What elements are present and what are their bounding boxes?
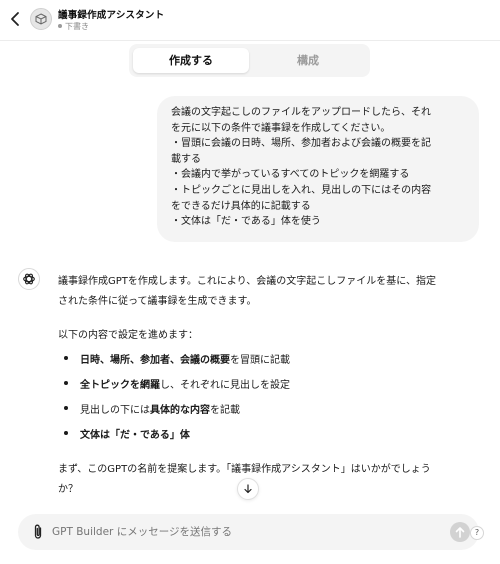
bullet-bold: 具体的な内容 (150, 405, 210, 416)
send-button[interactable] (450, 522, 470, 542)
bullet-dot-icon (64, 431, 68, 435)
user-message-line: を元に以下の条件で議事録を作成してください。 (171, 122, 391, 134)
bullet-text: し、それぞれに見出しを設定 (160, 380, 290, 391)
assistant-text-line: された条件に従って議事録を生成できます。 (58, 296, 257, 307)
header: 議事録作成アシスタント 下書き (0, 0, 500, 41)
cube-icon (35, 13, 47, 25)
tab-configure[interactable]: 構成 (250, 48, 366, 73)
message-composer (18, 514, 479, 550)
gpt-avatar (30, 8, 52, 30)
bullet-bold: 全トピックを網羅 (80, 380, 160, 391)
assistant-text-line: 議事録作成GPTを作成します。これにより、会議の文字起こしファイルを基に、指定 (58, 276, 436, 287)
paperclip-icon[interactable] (30, 523, 46, 541)
tab-create[interactable]: 作成する (133, 48, 249, 73)
bullet-bold: 文体は「だ・である」体 (80, 430, 190, 441)
status-dot-icon (58, 23, 62, 28)
gpt-title: 議事録作成アシスタント (58, 10, 165, 21)
bullet-item: 日時、場所、参加者、会議の概要を冒頭に記載 (80, 351, 290, 366)
arrow-down-icon (244, 484, 252, 494)
bullet-item: 見出しの下には具体的な内容を記載 (80, 401, 240, 416)
bullet-text: を冒頭に記載 (230, 355, 290, 366)
openai-logo-icon (23, 273, 35, 285)
mode-tabs: 作成する 構成 (129, 44, 370, 77)
user-message-line: ・冒頭に会議の日時、場所、参加者および会議の概要を記 (171, 138, 431, 150)
user-message-line: ・トピックごとに見出しを入れ、見出しの下にはその内容 (171, 184, 432, 196)
back-chevron-icon[interactable] (8, 9, 24, 29)
user-message-bubble: 会議の文字起こしのファイルをアップロードしたら、それ を元に以下の条件で議事録を… (157, 96, 479, 242)
bullet-dot-icon (64, 381, 68, 385)
bullet-bold: 日時、場所、参加者、会議の概要 (80, 355, 230, 366)
status-label: 下書き (65, 22, 89, 31)
user-message-line: 載する (171, 153, 201, 165)
help-button[interactable]: ? (470, 526, 484, 540)
user-message-line: をできるだけ具体的に記載する (171, 200, 311, 212)
assistant-text-line: まず、このGPTの名前を提案します。「議事録作成アシスタント」はいかがでしょう (58, 464, 431, 475)
scroll-down-button[interactable] (237, 478, 259, 500)
bullet-text: 見出しの下には (80, 405, 150, 416)
assistant-text-line: か？ (58, 484, 78, 495)
user-message-line: ・文体は「だ・である」体を使う (171, 216, 321, 228)
arrow-up-icon (455, 527, 465, 538)
settings-intro: 以下の内容で設定を進めます： (58, 330, 198, 341)
user-message-line: ・会議内で挙がっているすべてのトピックを網羅する (171, 169, 410, 181)
assistant-avatar (18, 268, 40, 290)
bullet-dot-icon (64, 406, 68, 410)
draft-status: 下書き (58, 21, 89, 32)
bullet-item: 全トピックを網羅し、それぞれに見出しを設定 (80, 376, 290, 391)
message-input[interactable] (52, 514, 432, 550)
bullet-text: を記載 (210, 405, 240, 416)
user-message-line: 会議の文字起こしのファイルをアップロードしたら、それ (171, 107, 431, 118)
bullet-dot-icon (64, 356, 68, 360)
bullet-item: 文体は「だ・である」体 (80, 426, 190, 441)
